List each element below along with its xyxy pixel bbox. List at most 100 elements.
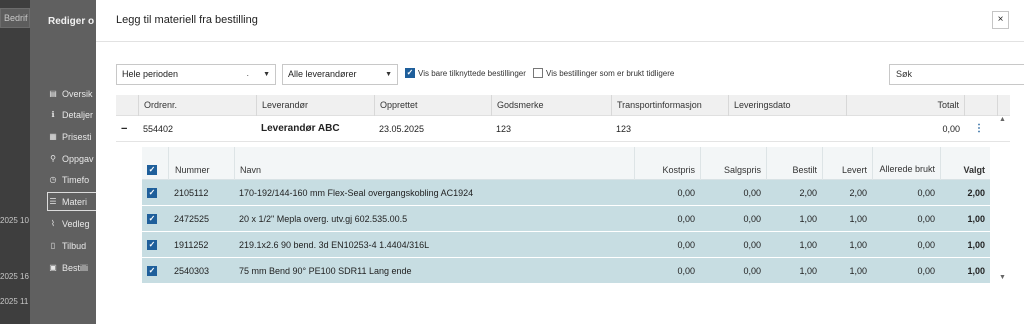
show-used-checkbox[interactable]: Vis bestillinger som er brukt tidligere xyxy=(533,68,674,78)
only-linked-checkbox[interactable]: Vis bare tilknyttede bestillinger xyxy=(405,68,526,78)
item-delivered: 1,00 xyxy=(849,240,867,250)
background-nav-offer: ▯ Tilbud xyxy=(48,236,100,255)
document-icon: ▯ xyxy=(50,241,56,250)
item-row[interactable]: 1911252 219.1x2.6 90 bend. 3d EN10253-4 … xyxy=(142,232,990,258)
background-nav-details: ℹ Detaljer xyxy=(48,105,100,124)
bag-icon: ▣ xyxy=(49,263,57,272)
item-ordered: 1,00 xyxy=(799,240,817,250)
supplier-select[interactable]: Alle leverandører ▼ xyxy=(282,64,398,85)
chevron-down-icon: ▼ xyxy=(263,71,270,78)
order-row[interactable]: − 554402 Leverandør ABC 23.05.2025 123 1… xyxy=(116,116,1010,142)
order-supplier: Leverandør ABC xyxy=(261,123,340,134)
background-nav-materials: ☰ Materi xyxy=(47,192,99,211)
items-table-header: Nummer Navn Kostpris Salgspris Bestilt L… xyxy=(142,147,990,180)
background-nav-tasks: ⚲ Oppgav xyxy=(48,149,100,168)
clock-icon: ◷ xyxy=(49,175,57,184)
item-row[interactable]: 2540303 75 mm Bend 90° PE100 SDR11 Lang … xyxy=(142,258,990,284)
col-delivery-date[interactable]: Leveringsdato xyxy=(728,95,846,116)
item-selected-qty[interactable]: 1,00 xyxy=(940,206,985,232)
item-sale: 0,00 xyxy=(743,188,761,198)
item-used: 0,00 xyxy=(917,240,935,250)
item-selected-qty[interactable]: 2,00 xyxy=(940,180,985,206)
item-used: 0,00 xyxy=(917,188,935,198)
item-ordered: 1,00 xyxy=(799,266,817,276)
background-list: Bedrif 2025 10 2025 16 2025 11 xyxy=(0,0,30,324)
col-total[interactable]: Totalt xyxy=(846,95,964,116)
col-number[interactable]: Nummer xyxy=(168,147,234,180)
order-items-table: Nummer Navn Kostpris Salgspris Bestilt L… xyxy=(142,147,990,284)
background-nav-time: ◷ Timefo xyxy=(49,174,90,185)
col-name[interactable]: Navn xyxy=(234,147,634,180)
item-sale: 0,00 xyxy=(743,266,761,276)
item-selected-qty[interactable]: 1,00 xyxy=(940,232,985,258)
col-supplier[interactable]: Leverandør xyxy=(256,95,374,116)
search-input[interactable]: Søk xyxy=(889,64,1024,85)
modal-header: Legg til materiell fra bestilling × xyxy=(96,0,1024,42)
scroll-down-icon[interactable]: ▼ xyxy=(999,274,1006,281)
background-date: 2025 10 xyxy=(0,216,29,225)
checkbox-checked-icon[interactable] xyxy=(405,68,415,78)
item-cost: 0,00 xyxy=(677,214,695,224)
checkbox-checked-icon[interactable] xyxy=(147,266,157,276)
item-ordered: 2,00 xyxy=(799,188,817,198)
background-nav-pricing: ▦ Prisesti xyxy=(49,131,92,142)
col-transport[interactable]: Transportinformasjon xyxy=(611,95,728,116)
orders-table-header: Ordrenr. Leverandør Opprettet Godsmerke … xyxy=(116,95,1010,116)
item-cost: 0,00 xyxy=(677,188,695,198)
collapse-icon[interactable]: − xyxy=(121,116,133,142)
item-used: 0,00 xyxy=(917,266,935,276)
item-row[interactable]: 2105112 170-192/144-160 mm Flex-Seal ove… xyxy=(142,180,990,206)
order-godsmerke: 123 xyxy=(496,124,512,134)
col-selected[interactable]: Valgt xyxy=(940,147,990,180)
close-button[interactable]: × xyxy=(992,11,1009,29)
item-delivered: 1,00 xyxy=(849,266,867,276)
list-icon: ▤ xyxy=(49,89,57,98)
item-sale: 0,00 xyxy=(743,214,761,224)
add-material-modal: Legg til materiell fra bestilling × Hele… xyxy=(96,0,1024,324)
paperclip-icon: ⌇ xyxy=(51,219,55,228)
checkbox-checked-icon[interactable] xyxy=(147,188,157,198)
col-already-used[interactable]: Allerede brukt xyxy=(872,147,940,180)
order-created: 23.05.2025 xyxy=(379,124,425,134)
col-sale[interactable]: Salgspris xyxy=(700,147,766,180)
info-icon: ℹ xyxy=(51,110,55,119)
filter-bar: Hele perioden . ▼ Alle leverandører ▼ Vi… xyxy=(116,64,1024,85)
pin-icon: ⚲ xyxy=(50,154,56,163)
scroll-up-icon[interactable]: ▲ xyxy=(999,116,1006,123)
checkbox-checked-icon[interactable] xyxy=(147,214,157,224)
col-cost[interactable]: Kostpris xyxy=(634,147,700,180)
chevron-down-icon: ▼ xyxy=(385,71,392,78)
background-date: 2025 11 xyxy=(0,297,29,306)
item-number: 1911252 xyxy=(174,240,209,250)
col-godsmerke[interactable]: Godsmerke xyxy=(491,95,611,116)
order-number: 554402 xyxy=(143,124,174,134)
checkbox-checked-icon[interactable] xyxy=(147,240,157,250)
item-selected-qty[interactable]: 1,00 xyxy=(940,258,985,284)
period-select[interactable]: Hele perioden . ▼ xyxy=(116,64,276,85)
background-search-input: Bedrif xyxy=(0,8,30,28)
order-transport: 123 xyxy=(616,124,632,134)
item-name: 219.1x2.6 90 bend. 3d EN10253-4 1.4404/3… xyxy=(239,240,430,250)
item-used: 0,00 xyxy=(917,214,935,224)
orders-table: Ordrenr. Leverandør Opprettet Godsmerke … xyxy=(116,95,1010,142)
item-delivered: 1,00 xyxy=(849,214,867,224)
checkbox-empty-icon[interactable] xyxy=(533,68,543,78)
item-sale: 0,00 xyxy=(743,240,761,250)
item-delivered: 2,00 xyxy=(849,188,867,198)
select-all-checkbox[interactable] xyxy=(142,147,168,180)
col-created[interactable]: Opprettet xyxy=(374,95,491,116)
col-ordered[interactable]: Bestilt xyxy=(766,147,822,180)
item-row[interactable]: 2472525 20 x 1/2" Mepla overg. utv.gj 60… xyxy=(142,206,990,232)
col-order-no[interactable]: Ordrenr. xyxy=(138,95,256,116)
item-number: 2472525 xyxy=(174,214,210,224)
col-delivered[interactable]: Levert xyxy=(822,147,872,180)
item-number: 2540303 xyxy=(174,266,210,276)
money-icon: ▦ xyxy=(49,132,57,141)
background-panel-title: Rediger o xyxy=(48,16,95,27)
more-options-icon[interactable]: ⋮ xyxy=(974,116,984,142)
background-nav-attachments: ⌇ Vedleg xyxy=(48,214,100,233)
order-total: 0,00 xyxy=(942,124,960,134)
item-name: 170-192/144-160 mm Flex-Seal overgangsko… xyxy=(239,188,474,198)
item-cost: 0,00 xyxy=(677,266,695,276)
checkbox-checked-icon[interactable] xyxy=(147,165,157,175)
